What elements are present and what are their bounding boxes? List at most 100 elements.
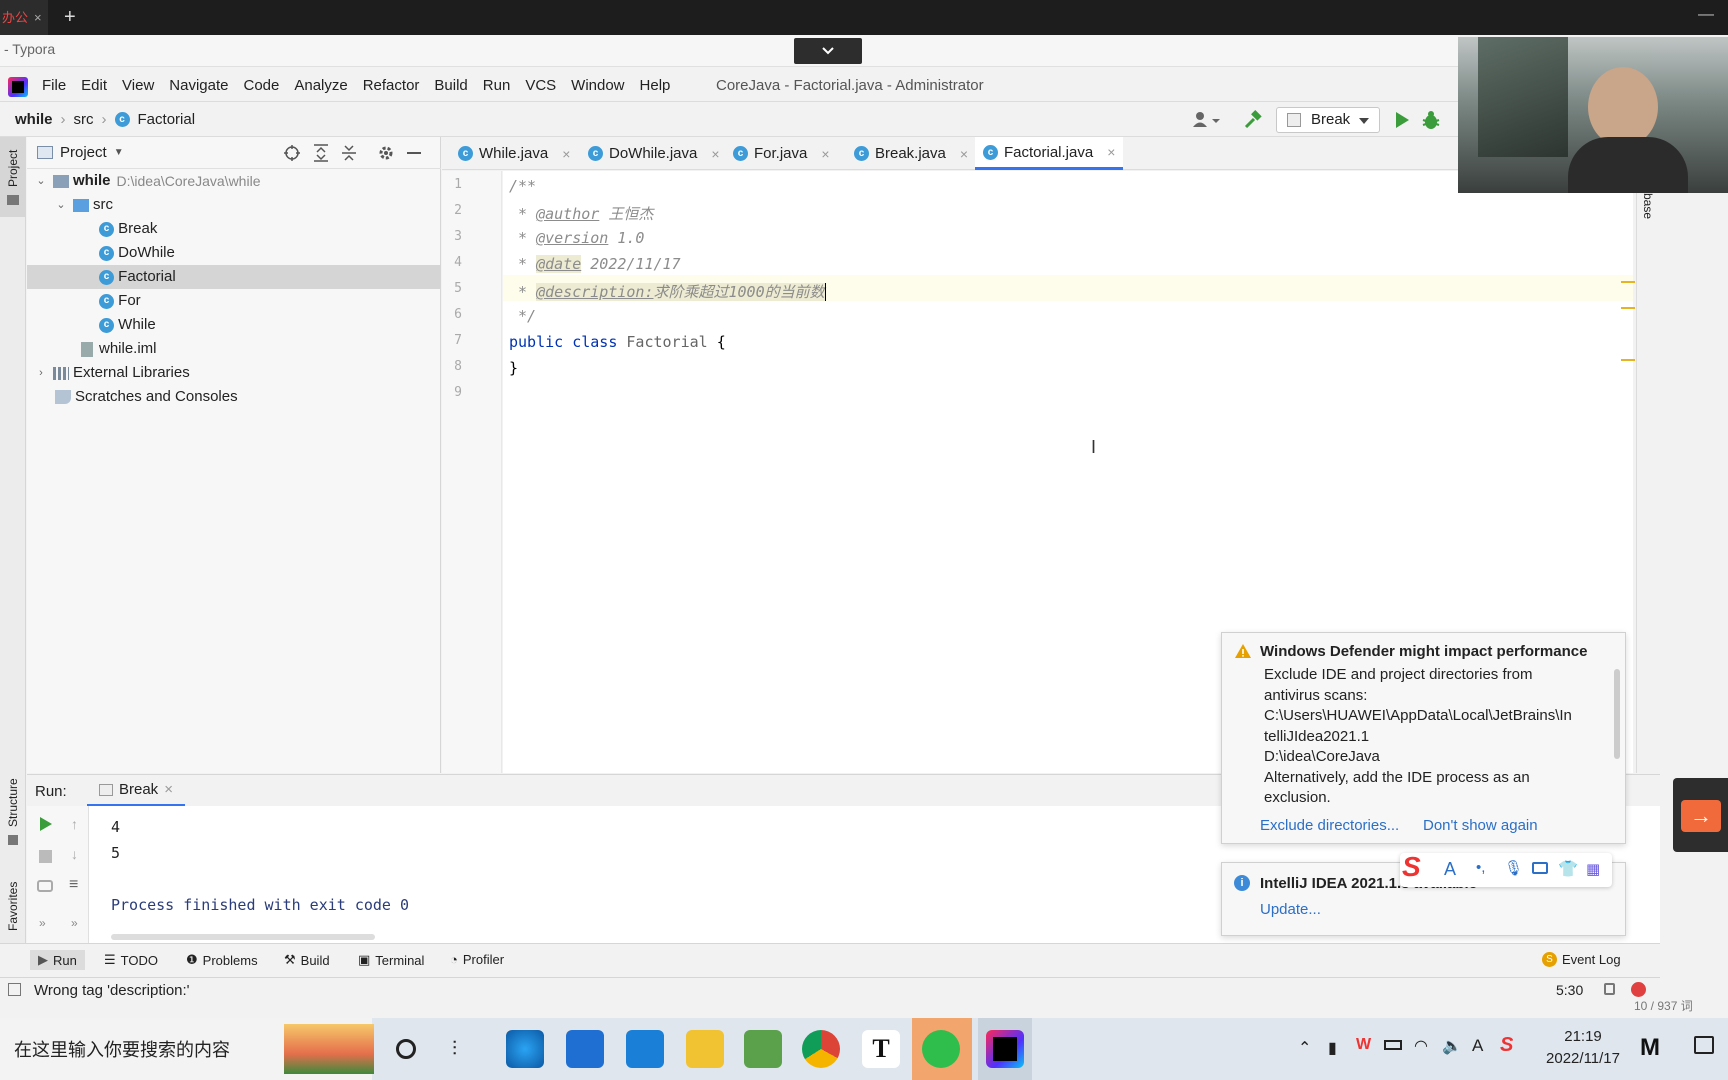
menu-code[interactable]: Code bbox=[243, 77, 279, 94]
update-link[interactable]: Update... bbox=[1260, 901, 1321, 918]
user-icon[interactable] bbox=[1192, 110, 1220, 130]
close-tab-icon[interactable]: × bbox=[34, 10, 42, 25]
tree-row-file[interactable]: c Break bbox=[27, 217, 441, 241]
keyboard-icon[interactable] bbox=[1532, 862, 1548, 874]
chevron-down-icon[interactable] bbox=[794, 38, 862, 64]
tool-run[interactable]: ▶ Run bbox=[30, 950, 85, 970]
menu-vcs[interactable]: VCS bbox=[525, 77, 556, 94]
taskbar-search[interactable]: 在这里输入你要搜索的内容 bbox=[0, 1018, 374, 1080]
ime-punctuation-icon[interactable]: •, bbox=[1476, 859, 1485, 876]
menu-file[interactable]: File bbox=[42, 77, 66, 94]
tree-row-scratches[interactable]: Scratches and Consoles bbox=[27, 385, 441, 409]
taskbar-clock[interactable]: 21:19 2022/11/17 bbox=[1546, 1026, 1620, 1070]
error-indicator-icon[interactable] bbox=[1631, 982, 1646, 997]
wps-icon[interactable]: W bbox=[1356, 1036, 1371, 1054]
warning-marker[interactable] bbox=[1621, 359, 1635, 361]
arrow-up-icon[interactable]: ↑ bbox=[71, 816, 78, 832]
tab-for-java[interactable]: c For.java × bbox=[725, 137, 838, 170]
lock-icon[interactable] bbox=[1604, 983, 1615, 995]
cortana-icon[interactable] bbox=[396, 1039, 416, 1059]
tree-row-root[interactable]: ⌄ while D:\idea\CoreJava\while bbox=[27, 169, 441, 193]
toggle-tool-windows-icon[interactable] bbox=[8, 983, 21, 996]
menu-build[interactable]: Build bbox=[434, 77, 467, 94]
ime-icon[interactable]: A bbox=[1472, 1036, 1483, 1056]
close-icon[interactable]: × bbox=[1107, 144, 1115, 160]
task-view-icon[interactable]: ⫶ bbox=[452, 1038, 457, 1061]
expand-all-icon[interactable] bbox=[313, 144, 329, 162]
speaker-icon[interactable]: 🔈 bbox=[1442, 1036, 1462, 1056]
file-explorer-icon[interactable] bbox=[686, 1030, 724, 1068]
build-hammer-icon[interactable] bbox=[1243, 110, 1263, 130]
edge-icon[interactable] bbox=[506, 1030, 544, 1068]
run-configuration-select[interactable]: Break bbox=[1276, 107, 1380, 133]
tab-factorial-java[interactable]: c Factorial.java × bbox=[975, 137, 1124, 170]
chevron-down-icon[interactable]: ⌄ bbox=[53, 193, 69, 217]
tab-break-java[interactable]: c Break.java × bbox=[846, 137, 976, 170]
locate-icon[interactable] bbox=[283, 144, 301, 162]
tab-dowhile-java[interactable]: c DoWhile.java × bbox=[580, 137, 728, 170]
close-icon[interactable]: × bbox=[821, 146, 829, 162]
run-icon[interactable] bbox=[1394, 111, 1410, 129]
caret-position[interactable]: 5:30 bbox=[1556, 982, 1583, 998]
arrow-down-icon[interactable]: ↓ bbox=[71, 846, 78, 862]
tool-terminal[interactable]: ▣ Terminal bbox=[358, 952, 424, 968]
menu-analyze[interactable]: Analyze bbox=[294, 77, 347, 94]
rerun-icon[interactable] bbox=[39, 816, 53, 832]
app-icon[interactable] bbox=[744, 1030, 782, 1068]
camera-icon[interactable] bbox=[37, 880, 53, 892]
close-icon[interactable]: × bbox=[164, 781, 173, 798]
chrome-icon[interactable] bbox=[802, 1030, 840, 1068]
breadcrumb-file[interactable]: Factorial bbox=[138, 111, 196, 128]
tree-row-file-selected[interactable]: c Factorial bbox=[27, 265, 441, 289]
tool-build[interactable]: ⚒ Build bbox=[284, 952, 330, 968]
horizontal-scrollbar[interactable] bbox=[111, 934, 375, 940]
structure-tool-button[interactable]: Structure bbox=[0, 757, 26, 857]
chevron-down-icon[interactable]: ⌄ bbox=[33, 169, 49, 193]
tab-while-java[interactable]: c While.java × bbox=[450, 137, 578, 170]
tree-row-file[interactable]: c While bbox=[27, 313, 441, 337]
ime-mode-icon[interactable]: A bbox=[1444, 859, 1456, 880]
soft-wrap-icon[interactable]: ≡ bbox=[69, 876, 78, 894]
mail-icon[interactable] bbox=[626, 1030, 664, 1068]
tree-row-file[interactable]: c DoWhile bbox=[27, 241, 441, 265]
minimize-button[interactable]: — bbox=[1698, 6, 1714, 24]
tool-profiler[interactable]: ◔ Profiler bbox=[450, 952, 504, 967]
menu-view[interactable]: View bbox=[122, 77, 154, 94]
wechat-icon[interactable] bbox=[922, 1030, 960, 1068]
bookmark-icon[interactable]: ▮ bbox=[1328, 1038, 1337, 1058]
menu-refactor[interactable]: Refactor bbox=[363, 77, 420, 94]
microphone-icon[interactable]: 🎙 bbox=[1504, 859, 1523, 877]
wifi-icon[interactable]: ◠ bbox=[1414, 1036, 1428, 1056]
menu-run[interactable]: Run bbox=[483, 77, 511, 94]
close-icon[interactable]: × bbox=[711, 146, 719, 162]
new-tab-button[interactable]: + bbox=[64, 6, 76, 28]
collapse-all-icon[interactable] bbox=[341, 144, 357, 162]
menu-edit[interactable]: Edit bbox=[81, 77, 107, 94]
exclude-directories-link[interactable]: Exclude directories... bbox=[1260, 817, 1399, 834]
toolbox-icon[interactable]: ▦ bbox=[1586, 860, 1600, 878]
warning-marker[interactable] bbox=[1621, 307, 1635, 309]
chevron-right-icon[interactable]: › bbox=[33, 361, 49, 385]
database-tool-label[interactable]: base bbox=[1641, 193, 1655, 219]
notification-center-icon[interactable] bbox=[1694, 1036, 1714, 1054]
tree-row-external-libraries[interactable]: › External Libraries bbox=[27, 361, 441, 385]
debug-icon[interactable] bbox=[1422, 110, 1440, 130]
breadcrumb-project[interactable]: while bbox=[15, 111, 53, 128]
tool-problems[interactable]: ❶ Problems bbox=[186, 952, 258, 968]
notification-windows-defender[interactable]: Windows Defender might impact performanc… bbox=[1221, 632, 1626, 844]
dont-show-again-link[interactable]: Don't show again bbox=[1423, 817, 1538, 834]
warning-marker[interactable] bbox=[1621, 281, 1635, 283]
battery-icon[interactable] bbox=[1384, 1040, 1402, 1050]
typora-icon[interactable]: T bbox=[862, 1030, 900, 1068]
sogou-logo-icon[interactable]: S bbox=[1402, 851, 1421, 883]
tool-todo[interactable]: ☰ TODO bbox=[104, 952, 158, 968]
mi-logo-icon[interactable]: M bbox=[1640, 1034, 1660, 1062]
browser-tab[interactable]: 办公 × bbox=[0, 0, 48, 35]
side-panel-toggle[interactable]: → bbox=[1673, 778, 1728, 852]
gear-icon[interactable] bbox=[377, 144, 395, 162]
more-icon[interactable]: » bbox=[39, 916, 46, 930]
tree-row-src[interactable]: ⌄ src bbox=[27, 193, 441, 217]
menu-help[interactable]: Help bbox=[640, 77, 671, 94]
close-icon[interactable]: × bbox=[960, 146, 968, 162]
more-icon[interactable]: » bbox=[71, 916, 78, 930]
